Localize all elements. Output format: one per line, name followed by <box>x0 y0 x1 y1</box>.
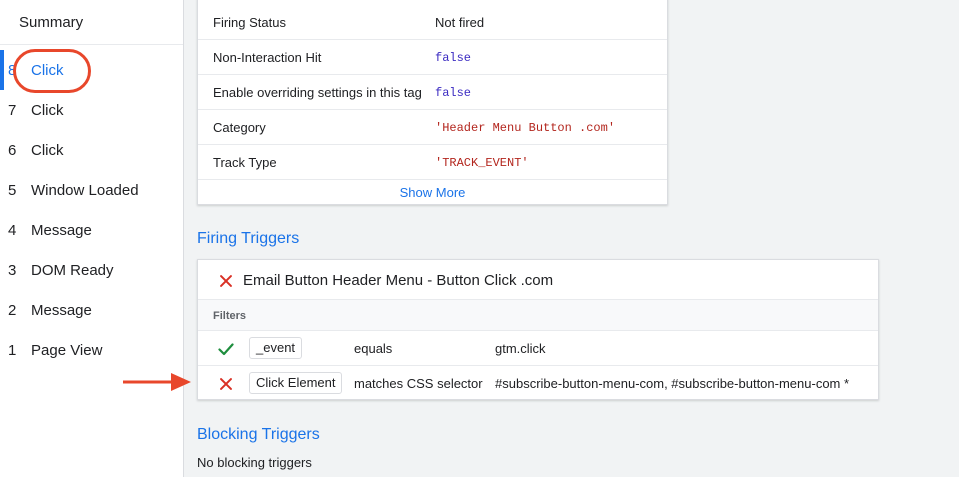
event-label: Click <box>31 101 64 119</box>
filter-row: _event equals gtm.click <box>198 331 878 366</box>
property-key: Enable overriding settings in this tag <box>213 85 422 100</box>
property-row: Enable overriding settings in this tag f… <box>198 75 667 110</box>
property-row: Firing Status Not fired <box>198 5 667 40</box>
filters-label: Filters <box>213 310 247 322</box>
show-more-link[interactable]: Show More <box>198 185 667 200</box>
event-number: 7 <box>8 101 17 119</box>
event-label: DOM Ready <box>31 261 114 279</box>
sidebar-item-4-message[interactable]: 4 Message <box>0 210 183 250</box>
event-label: Message <box>31 221 92 239</box>
no-blocking-triggers-text: No blocking triggers <box>197 455 312 470</box>
property-row: Non-Interaction Hit false <box>198 40 667 75</box>
tag-properties-card: Firing Status Not fired Non-Interaction … <box>197 0 668 205</box>
property-key: Firing Status <box>213 15 286 30</box>
firing-triggers-heading: Firing Triggers <box>197 230 300 247</box>
event-number: 5 <box>8 181 17 199</box>
filter-value: #subscribe-button-menu-com, #subscribe-b… <box>495 376 850 391</box>
property-row: Category 'Header Menu Button .com' <box>198 110 667 145</box>
property-key: Category <box>213 120 266 135</box>
filter-variable-chip: _event <box>249 337 303 359</box>
pass-check-icon <box>218 343 234 356</box>
event-label: Click <box>31 141 64 159</box>
event-label: Message <box>31 301 92 319</box>
property-value: false <box>435 86 472 100</box>
event-number: 6 <box>8 141 17 159</box>
filter-row: Click Element matches CSS selector #subs… <box>198 366 878 401</box>
event-number: 2 <box>8 301 17 319</box>
trigger-name: Email Button Header Menu - Button Click … <box>243 272 554 289</box>
event-number: 4 <box>8 221 17 239</box>
property-value: false <box>435 51 472 65</box>
sidebar-item-6-click[interactable]: 6 Click <box>0 130 183 170</box>
highlight-circle-annotation <box>13 49 91 93</box>
active-indicator <box>0 50 4 90</box>
trigger-header[interactable]: Email Button Header Menu - Button Click … <box>198 260 878 300</box>
sidebar-summary[interactable]: Summary <box>19 14 83 31</box>
sidebar-item-3-dom-ready[interactable]: 3 DOM Ready <box>0 250 183 290</box>
property-value: 'TRACK_EVENT' <box>435 156 529 170</box>
blocking-triggers-heading: Blocking Triggers <box>197 426 320 443</box>
event-number: 1 <box>8 341 17 359</box>
property-row: Track Type 'TRACK_EVENT' <box>198 145 667 180</box>
filters-header: Filters <box>198 300 878 331</box>
sidebar-item-1-page-view[interactable]: 1 Page View <box>0 330 183 370</box>
filter-variable-chip: Click Element <box>249 372 343 394</box>
event-label: Window Loaded <box>31 181 139 199</box>
event-label: Page View <box>31 341 103 359</box>
filter-value: gtm.click <box>495 341 546 356</box>
firing-trigger-card: Email Button Header Menu - Button Click … <box>197 259 879 400</box>
fail-x-icon <box>218 273 234 289</box>
sidebar-divider <box>0 44 183 45</box>
property-value: 'Header Menu Button .com' <box>435 121 616 135</box>
sidebar-item-7-click[interactable]: 7 Click <box>0 90 183 130</box>
event-sidebar: Summary 8 Click 7 Click 6 Click 5 Window… <box>0 0 184 477</box>
sidebar-item-5-window-loaded[interactable]: 5 Window Loaded <box>0 170 183 210</box>
property-key: Track Type <box>213 155 277 170</box>
filter-operator: matches CSS selector <box>354 376 483 391</box>
property-key: Non-Interaction Hit <box>213 50 322 65</box>
arrow-annotation-icon <box>123 373 191 391</box>
event-number: 3 <box>8 261 17 279</box>
fail-x-icon <box>218 376 234 392</box>
property-value: Not fired <box>435 15 485 30</box>
sidebar-item-2-message[interactable]: 2 Message <box>0 290 183 330</box>
filter-operator: equals <box>354 341 393 356</box>
